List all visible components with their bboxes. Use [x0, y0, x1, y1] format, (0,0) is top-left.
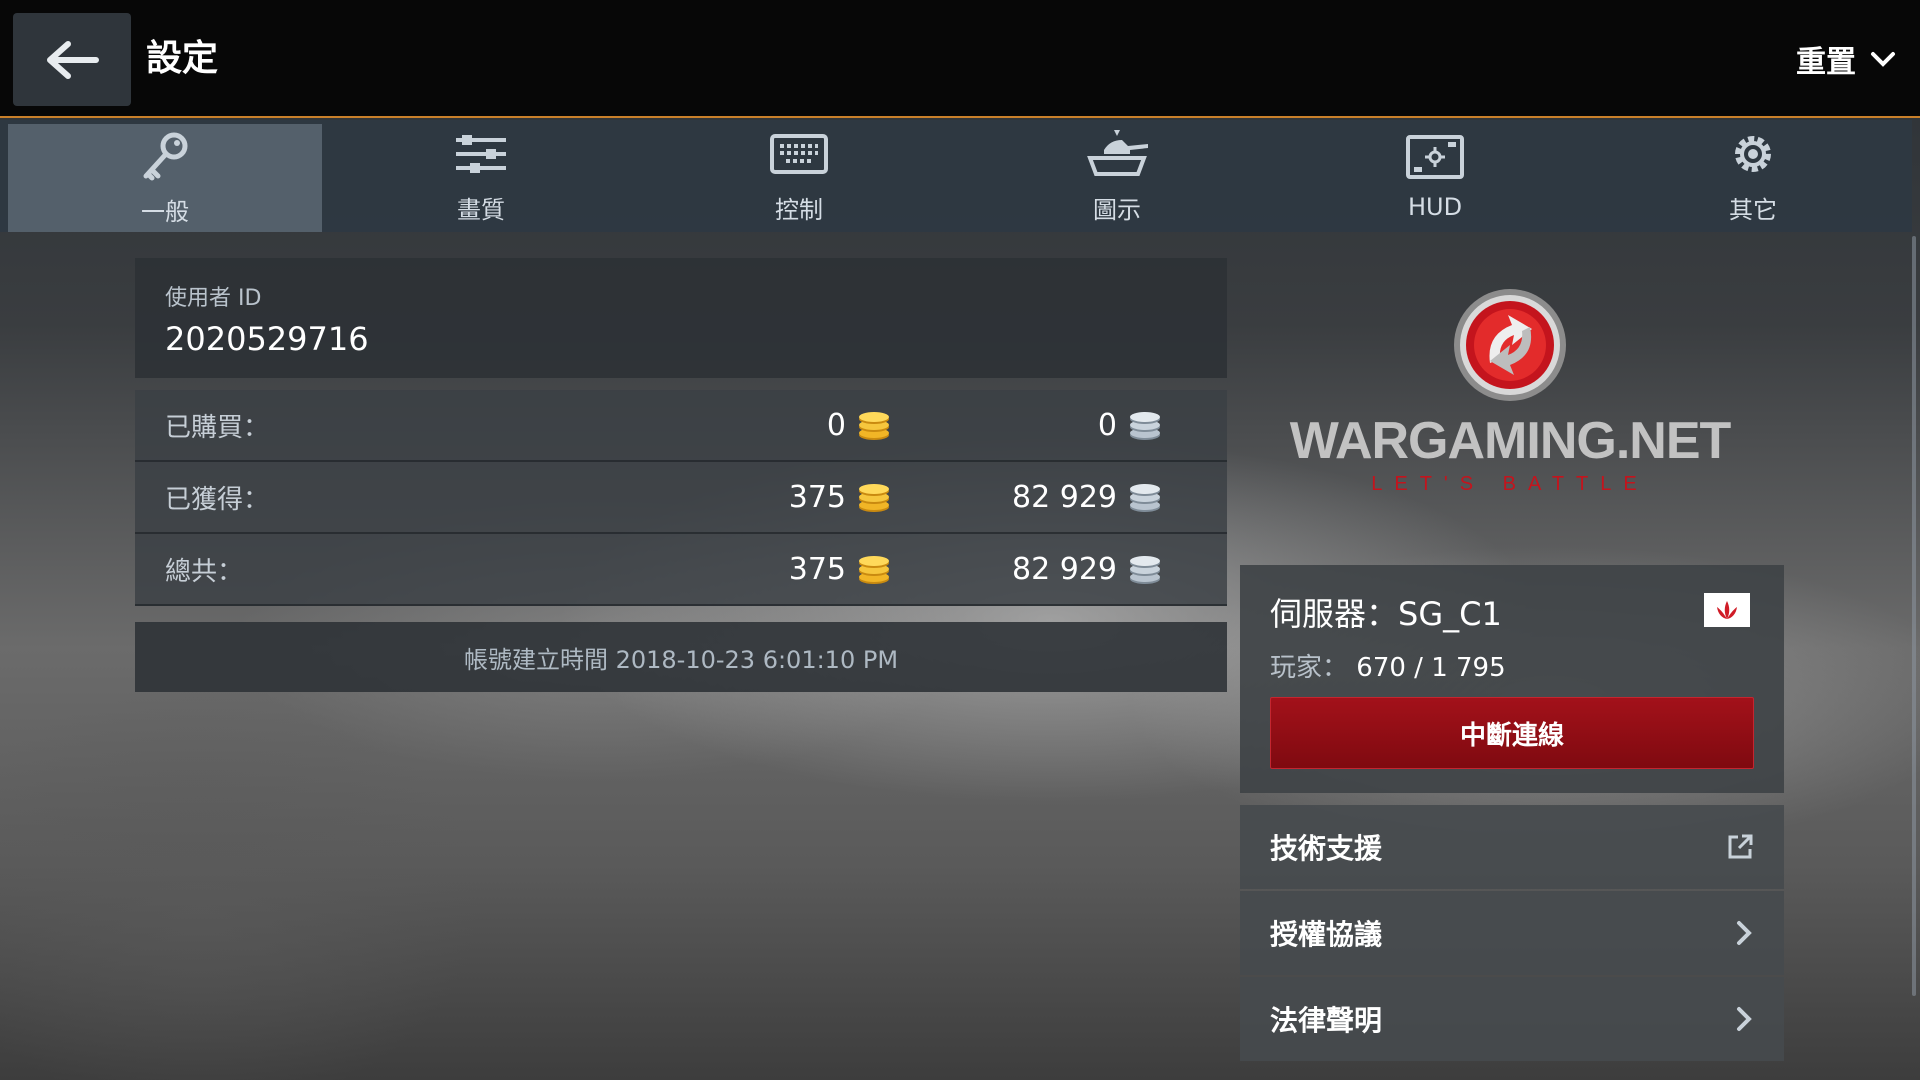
silver-coin-icon: [1130, 412, 1160, 440]
tab-graphics[interactable]: 畫質: [322, 120, 640, 232]
brand-name: WARGAMING.NET: [1289, 412, 1732, 470]
brand-tagline: LET'S BATTLE: [1371, 473, 1649, 495]
account-created-text: 帳號建立時間 2018-10-23 6:01:10 PM: [463, 645, 899, 674]
silver-value: 82 929: [1012, 479, 1117, 515]
settings-tabs: 一般 畫質 控制 圖示 HUD 其它: [0, 120, 1912, 232]
silver-value: 0: [1097, 407, 1117, 443]
gold-amount: 375: [789, 480, 892, 515]
top-bar: 設定 重置: [0, 0, 1920, 118]
user-id-label: 使用者 ID: [165, 286, 262, 311]
key-icon: [143, 132, 188, 180]
disconnect-label: 中斷連線: [1459, 720, 1564, 751]
players-label: 玩家：: [1270, 653, 1349, 683]
menu-item-tech-support[interactable]: 技術支援: [1240, 805, 1784, 889]
tab-label: HUD: [1407, 193, 1463, 221]
silver-amount: 0: [1098, 408, 1163, 443]
hud-icon: [1406, 135, 1464, 179]
arrow-left-icon: [47, 40, 99, 79]
gear-icon: [1735, 135, 1771, 172]
tab-general[interactable]: 一般: [8, 124, 322, 232]
gold-amount: 375: [789, 552, 892, 587]
silver-amount: 82 929: [1012, 480, 1163, 515]
gold-coin-icon: [859, 556, 889, 584]
gold-value: 0: [826, 407, 846, 443]
sliders-icon: [456, 134, 506, 173]
tank-icon: [1087, 129, 1148, 176]
account-created-info: 帳號建立時間 2018-10-23 6:01:10 PM: [135, 622, 1227, 692]
gold-coin-icon: [859, 484, 889, 512]
table-row: 總共： 375 82 929: [135, 534, 1227, 606]
menu-item-license-agreement[interactable]: 授權協議: [1240, 891, 1784, 975]
silver-value: 82 929: [1012, 551, 1117, 587]
player-count: 玩家： 670 / 1 795: [1270, 647, 1754, 684]
user-id-value[interactable]: 2020529716: [165, 320, 1197, 358]
players-value: 670 / 1 795: [1356, 653, 1506, 683]
tab-label: 控制: [775, 195, 823, 224]
row-label: 總共：: [165, 556, 244, 587]
chevron-down-icon: [1871, 52, 1895, 67]
table-row: 已購買： 0 0: [135, 390, 1227, 462]
wargaming-emblem-icon: [1454, 289, 1566, 401]
wargaming-logo: WARGAMING.NET LET'S BATTLE: [1289, 285, 1732, 505]
disconnect-button[interactable]: 中斷連線: [1270, 697, 1754, 769]
silver-coin-icon: [1130, 484, 1160, 512]
row-label: 已購買：: [165, 412, 270, 443]
tab-label: 其它: [1729, 195, 1777, 224]
user-id-card: 使用者 ID 2020529716: [135, 258, 1227, 378]
scrollbar[interactable]: [1912, 236, 1916, 996]
gold-value: 375: [788, 551, 846, 587]
silver-amount: 82 929: [1012, 552, 1163, 587]
gold-coin-icon: [859, 412, 889, 440]
server-name: 伺服器：SG_C1: [1270, 595, 1502, 633]
tab-controls[interactable]: 控制: [640, 120, 958, 232]
row-label: 已獲得：: [165, 484, 270, 515]
tab-label: 畫質: [457, 195, 505, 224]
menu-item-legal-notice[interactable]: 法律聲明: [1240, 977, 1784, 1061]
menu-item-label: 技術支援: [1270, 832, 1383, 865]
external-link-icon: [1728, 834, 1753, 859]
chevron-right-icon: [1737, 1007, 1752, 1031]
back-button[interactable]: [13, 13, 131, 106]
table-row: 已獲得： 375 82 929: [135, 462, 1227, 534]
page-title: 設定: [146, 38, 219, 79]
menu-item-label: 法律聲明: [1270, 1004, 1383, 1037]
keyboard-icon: [770, 133, 828, 174]
tab-hud[interactable]: HUD: [1276, 120, 1594, 232]
silver-coin-icon: [1130, 556, 1160, 584]
gold-value: 375: [788, 479, 846, 515]
tab-label: 一般: [141, 197, 189, 226]
reset-dropdown[interactable]: 重置: [1796, 0, 1896, 118]
chevron-right-icon: [1737, 921, 1752, 945]
reset-label: 重置: [1796, 45, 1856, 80]
tab-icons[interactable]: 圖示: [958, 120, 1276, 232]
tab-other[interactable]: 其它: [1594, 120, 1912, 232]
support-menu: 技術支援 授權協議 法律聲明: [1240, 805, 1784, 1063]
currency-table: 已購買： 0 0 已獲得： 375 82 929 總共： 375 82 929: [135, 390, 1227, 608]
gold-amount: 0: [827, 408, 892, 443]
singapore-flag-icon: [1704, 593, 1750, 627]
server-card: 伺服器：SG_C1 玩家： 670 / 1 795 中斷連線: [1240, 565, 1784, 793]
menu-item-label: 授權協議: [1270, 918, 1383, 951]
tab-label: 圖示: [1093, 195, 1141, 224]
